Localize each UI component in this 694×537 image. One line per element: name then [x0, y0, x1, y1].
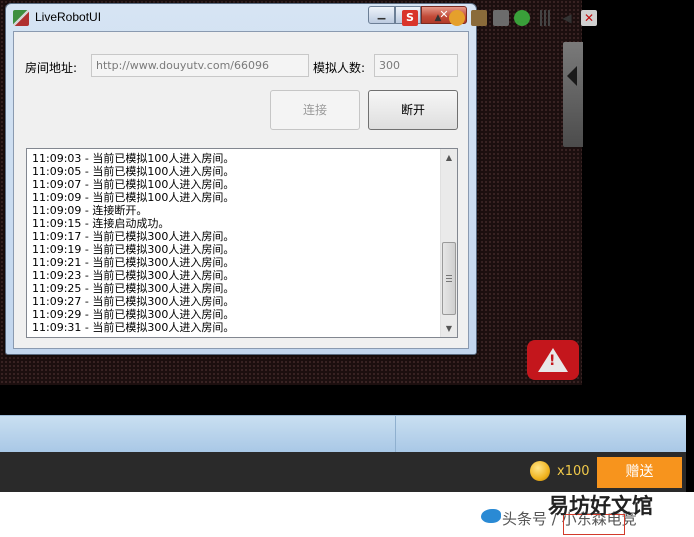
- sogou-input-icon[interactable]: S: [402, 10, 418, 26]
- green-app-icon[interactable]: [514, 10, 530, 26]
- log-lines: 11:09:03 - 当前已模拟100人进入房间。 11:09:05 - 当前已…: [32, 152, 432, 334]
- scroll-up-icon[interactable]: ▲: [441, 149, 457, 166]
- log-line: 11:09:23 - 当前已模拟300人进入房间。: [32, 269, 235, 282]
- window-client-area: 房间地址: http://www.douyutv.com/66096 模拟人数:…: [13, 31, 469, 349]
- gift-button[interactable]: 赠送: [597, 457, 682, 488]
- log-line: 11:09:05 - 当前已模拟100人进入房间。: [32, 165, 235, 178]
- tray-app-icon[interactable]: [471, 10, 487, 26]
- minimize-button[interactable]: ▁: [368, 6, 395, 24]
- app-icon: [13, 10, 29, 26]
- log-scrollbar[interactable]: ▲ ▼: [440, 149, 457, 337]
- connect-button[interactable]: 连接: [270, 90, 360, 130]
- watermark-overlay: 易坊好文馆: [548, 494, 653, 518]
- show-hidden-icons-icon[interactable]: ▲: [430, 10, 446, 26]
- tray-divider: [395, 416, 396, 453]
- disconnect-button[interactable]: 断开: [368, 90, 458, 130]
- stream-side-panel: [582, 0, 694, 415]
- live-robot-window: LiveRobotUI ▁ □ ✕ 房间地址: http://www.douyu…: [5, 3, 477, 355]
- volume-icon[interactable]: ◀: [559, 10, 575, 26]
- scroll-down-icon[interactable]: ▼: [441, 320, 457, 337]
- log-line: 11:09:29 - 当前已模拟300人进入房间。: [32, 308, 235, 321]
- log-line: 11:09:19 - 当前已模拟300人进入房间。: [32, 243, 235, 256]
- grip-icon: [446, 275, 452, 282]
- simulated-count-input[interactable]: 300: [374, 54, 458, 77]
- network-signal-icon[interactable]: [537, 10, 553, 26]
- side-collapse-tab[interactable]: [563, 42, 583, 147]
- qq-icon[interactable]: [449, 10, 465, 26]
- room-address-label: 房间地址:: [25, 61, 78, 75]
- clipboard-icon[interactable]: [493, 10, 509, 26]
- simulated-count-label: 模拟人数:: [313, 61, 366, 75]
- log-line: 11:09:03 - 当前已模拟100人进入房间。: [32, 152, 235, 165]
- log-line: 11:09:09 - 当前已模拟100人进入房间。: [32, 191, 235, 204]
- windows-taskbar: [0, 415, 686, 453]
- room-address-input[interactable]: http://www.douyutv.com/66096: [91, 54, 309, 77]
- window-title: LiveRobotUI: [35, 10, 102, 24]
- log-line: 11:09:21 - 当前已模拟300人进入房间。: [32, 256, 235, 269]
- bird-logo-icon: [481, 509, 501, 523]
- log-line: 11:09:31 - 当前已模拟300人进入房间。: [32, 321, 235, 334]
- log-line: 11:09:07 - 当前已模拟100人进入房间。: [32, 178, 235, 191]
- log-line: 11:09:09 - 连接断开。: [32, 204, 148, 217]
- collapse-arrow-icon: [567, 66, 577, 86]
- clock-date[interactable]: 2014/10/20: [607, 20, 670, 33]
- log-line: 11:09:17 - 当前已模拟300人进入房间。: [32, 230, 235, 243]
- scroll-thumb[interactable]: [442, 242, 456, 315]
- action-center-flag-icon[interactable]: ✕: [581, 10, 597, 26]
- log-line: 11:09:25 - 当前已模拟300人进入房间。: [32, 282, 235, 295]
- warning-exclamation: !: [549, 353, 556, 369]
- log-line: 11:09:15 - 连接启动成功。: [32, 217, 170, 230]
- coin-count: x100: [557, 464, 590, 479]
- coin-icon: [530, 461, 550, 481]
- clock-time[interactable]: 11:11: [620, 4, 652, 17]
- log-textarea[interactable]: 11:09:03 - 当前已模拟100人进入房间。 11:09:05 - 当前已…: [26, 148, 458, 338]
- log-line: 11:09:27 - 当前已模拟300人进入房间。: [32, 295, 235, 308]
